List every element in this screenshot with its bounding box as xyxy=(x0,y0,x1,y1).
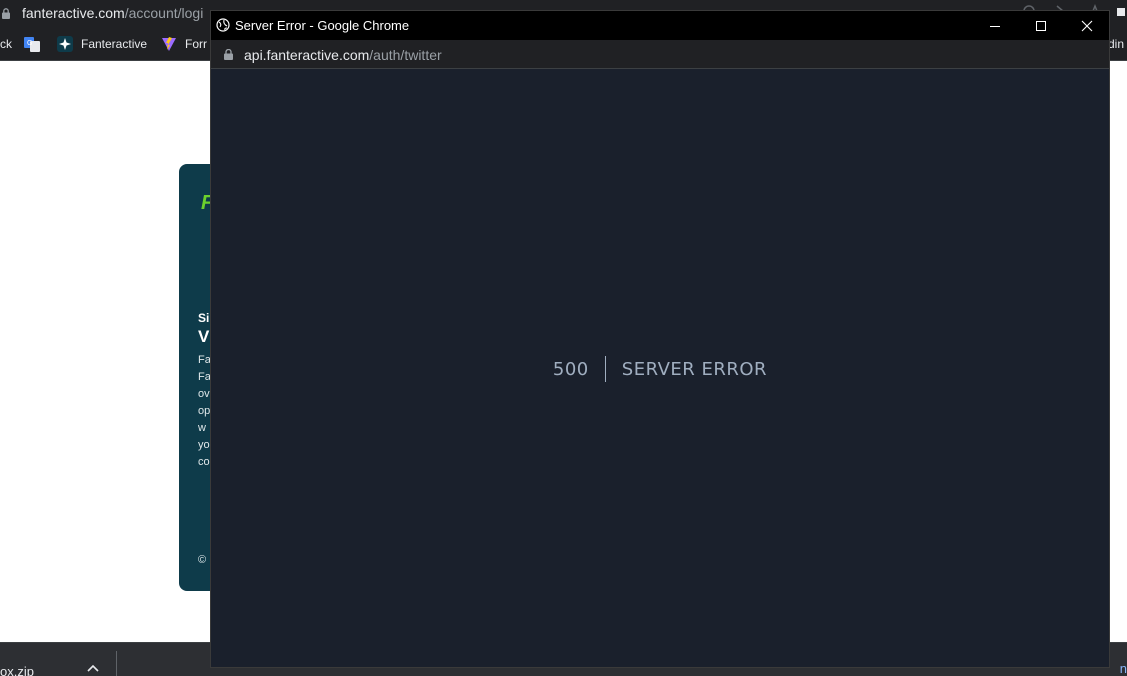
title-bar[interactable]: Server Error - Google Chrome xyxy=(211,11,1109,40)
minimize-button[interactable] xyxy=(972,11,1018,40)
chevron-up-icon[interactable] xyxy=(86,663,100,673)
translate-icon[interactable]: G xyxy=(24,36,40,52)
bookmark-item[interactable]: ck xyxy=(0,37,12,51)
show-all-link[interactable]: n xyxy=(1120,661,1127,676)
fanteractive-star-icon xyxy=(57,36,73,52)
error-code: 500 xyxy=(552,358,589,380)
popup-window: Server Error - Google Chrome api.fantera… xyxy=(210,10,1110,668)
close-icon xyxy=(1081,20,1093,31)
lock-icon[interactable] xyxy=(224,49,233,60)
card-text-line: op xyxy=(198,405,211,417)
maximize-icon xyxy=(1036,20,1046,31)
vite-logo-icon xyxy=(162,37,176,51)
maximize-button[interactable] xyxy=(1018,11,1064,40)
bookmark-fanteractive[interactable]: Fanteractive xyxy=(81,37,147,51)
bookmark-item[interactable]: Forr xyxy=(185,37,207,51)
card-heading-large: V xyxy=(198,327,210,346)
downloads-divider xyxy=(116,651,117,676)
card-text-line: Fa xyxy=(198,354,211,366)
globe-icon xyxy=(216,18,230,32)
background-url[interactable]: fanteractive.com/account/logi xyxy=(22,5,203,21)
card-text-line: ov xyxy=(198,388,210,400)
close-button[interactable] xyxy=(1064,11,1110,40)
error-text: SERVER ERROR xyxy=(621,358,768,380)
bookmark-item-right[interactable]: din xyxy=(1108,37,1124,51)
card-footer: © xyxy=(198,554,207,566)
window-title: Server Error - Google Chrome xyxy=(235,18,410,33)
card-text-line: Fa xyxy=(198,371,211,383)
card-heading-small: Si xyxy=(198,311,210,325)
card-text-line: w xyxy=(198,422,206,434)
lock-icon xyxy=(2,8,10,19)
popup-address-bar[interactable]: api.fanteractive.com/auth/twitter xyxy=(211,40,1109,69)
minimize-icon xyxy=(990,25,1000,27)
error-message-block: 500 SERVER ERROR xyxy=(211,356,1109,382)
download-file-name[interactable]: ox.zip xyxy=(0,664,34,676)
popup-url[interactable]: api.fanteractive.com/auth/twitter xyxy=(244,47,442,63)
card-text-line: yo xyxy=(198,439,210,451)
svg-text:G: G xyxy=(27,40,32,47)
card-text-line: co xyxy=(198,456,210,468)
